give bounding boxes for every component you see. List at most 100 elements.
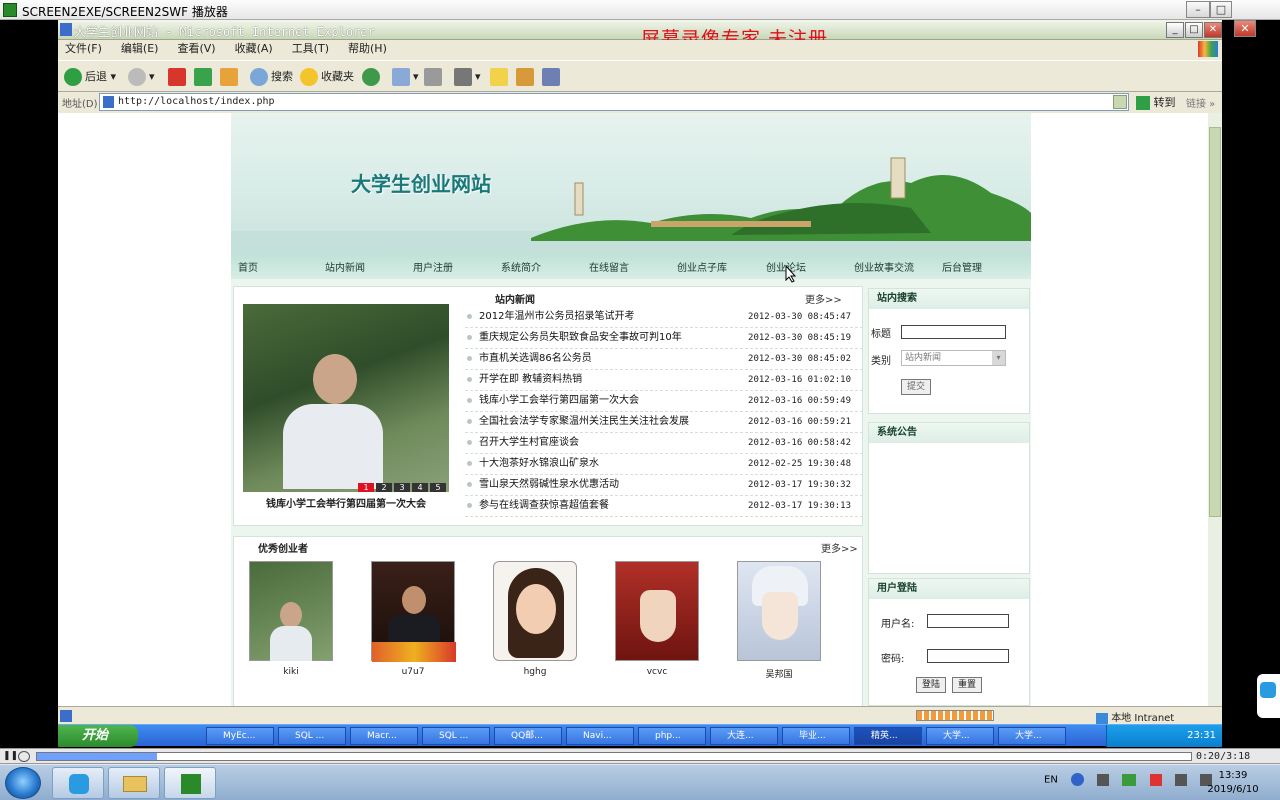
entrepreneur-card[interactable]: hghg <box>493 561 577 677</box>
inner-task-button[interactable]: QQ邮... <box>494 727 562 745</box>
news-item[interactable]: 重庆规定公务员失职致食品安全事故可判10年 2012-03-30 08:45:19 <box>465 328 863 349</box>
taskbar-app-chat[interactable] <box>52 767 104 799</box>
entrepreneur-card[interactable]: kiki <box>249 561 333 677</box>
messenger-button[interactable] <box>542 66 563 88</box>
antivirus-icon[interactable] <box>1149 773 1162 786</box>
menu-file[interactable]: 文件(F) <box>65 40 102 58</box>
inner-task-button[interactable]: Macr... <box>350 727 418 745</box>
address-input[interactable]: http://localhost/index.php <box>99 93 1129 111</box>
inner-task-button[interactable]: SQL ... <box>422 727 490 745</box>
go-button[interactable]: 转到 <box>1136 94 1176 110</box>
inner-task-button[interactable]: 毕业... <box>782 727 850 745</box>
nav-news[interactable]: 站内新闻 <box>325 259 365 274</box>
favorites-button[interactable]: 收藏夹 <box>300 66 354 88</box>
stop-button[interactable] <box>168 66 189 88</box>
news-item[interactable]: 市直机关选调86名公务员 2012-03-30 08:45:02 <box>465 349 863 370</box>
search-submit-button[interactable]: 提交 <box>901 379 931 395</box>
player-minimize-button[interactable]: – <box>1186 1 1210 18</box>
news-item[interactable]: 钱库小学工会举行第四届第一次大会 2012-03-16 00:59:49 <box>465 391 863 412</box>
news-item[interactable]: 参与在线调查获惊喜超值套餐 2012-03-17 19:30:13 <box>465 496 863 517</box>
entrepreneur-card[interactable]: u7u7 <box>371 561 456 677</box>
taskbar-app-explorer[interactable] <box>108 767 160 799</box>
nav-ideas[interactable]: 创业点子库 <box>677 259 727 274</box>
address-dropdown-button[interactable] <box>1113 95 1127 109</box>
inner-task-button[interactable]: Navi... <box>566 727 634 745</box>
inner-task-button[interactable]: 大学... <box>926 727 994 745</box>
entrepreneur-card[interactable]: vcvc <box>615 561 699 677</box>
edit-button[interactable]: ▾ <box>454 66 481 88</box>
news-item[interactable]: 全国社会法学专家聚温州关注民生关注社会发展 2012-03-16 00:59:21 <box>465 412 863 433</box>
photo-caption[interactable]: 钱库小学工会举行第四届第一次大会 <box>243 495 449 510</box>
win7-clock[interactable]: 13:39 2019/6/10 <box>1188 769 1278 797</box>
network-icon[interactable] <box>1122 773 1137 786</box>
mail-button[interactable]: ▾ <box>392 66 419 88</box>
news-item[interactable]: 召开大学生村官座谈会 2012-03-16 00:58:42 <box>465 433 863 454</box>
help-icon[interactable] <box>1071 773 1084 786</box>
nav-register[interactable]: 用户注册 <box>413 259 453 274</box>
username-input[interactable] <box>927 614 1009 628</box>
history-button[interactable] <box>362 66 383 88</box>
nav-admin[interactable]: 后台管理 <box>942 259 982 274</box>
language-indicator[interactable]: EN <box>1044 775 1058 786</box>
volume-icon[interactable] <box>1174 773 1187 786</box>
password-input[interactable] <box>927 649 1009 663</box>
menu-help[interactable]: 帮助(H) <box>348 40 387 58</box>
slide-1[interactable]: 1 <box>358 483 374 492</box>
search-type-select[interactable]: 站内新闻 ▾ <box>901 350 1006 366</box>
news-item[interactable]: 十大泡茶好水锦浪山矿泉水 2012-02-25 19:30:48 <box>465 454 863 475</box>
slide-5[interactable]: 5 <box>430 483 446 492</box>
stop-playback-button[interactable] <box>18 751 30 762</box>
go-arrow-icon <box>1136 96 1150 110</box>
search-button[interactable]: 搜索 <box>250 66 293 88</box>
menu-view[interactable]: 查看(V) <box>177 40 215 58</box>
home-button[interactable] <box>220 66 241 88</box>
ie-close-button[interactable]: ✕ <box>1204 22 1222 38</box>
nav-about[interactable]: 系统简介 <box>501 259 541 274</box>
forward-button[interactable]: ▾ <box>128 66 155 88</box>
player-maximize-button[interactable]: □ <box>1210 1 1232 18</box>
tray-arrow-icon[interactable] <box>1097 773 1110 786</box>
nav-guestbook[interactable]: 在线留言 <box>589 259 629 274</box>
news-item[interactable]: 2012年温州市公务员招录笔试开考 2012-03-30 08:45:47 <box>465 307 863 328</box>
refresh-button[interactable] <box>194 66 215 88</box>
news-item[interactable]: 开学在即 教辅资料热销 2012-03-16 01:02:10 <box>465 370 863 391</box>
back-button[interactable]: 后退 ▾ <box>64 66 116 88</box>
inner-start-button[interactable]: 开始 <box>58 725 138 747</box>
news-more-link[interactable]: 更多>> <box>805 291 842 306</box>
pause-button[interactable]: ❚❚ <box>3 751 18 762</box>
inner-task-button[interactable]: 精英... <box>854 727 922 745</box>
search-title-input[interactable] <box>901 325 1006 339</box>
taskbar-app-player[interactable] <box>164 767 216 799</box>
inner-clock: 23:31 <box>1187 730 1216 741</box>
playback-track[interactable] <box>36 752 1192 761</box>
links-button[interactable]: 链接 » <box>1186 95 1215 110</box>
windows-start-orb[interactable] <box>5 767 41 799</box>
nav-stories[interactable]: 创业故事交流 <box>854 259 914 274</box>
ie-maximize-button[interactable]: □ <box>1185 22 1203 38</box>
ie-minimize-button[interactable]: _ <box>1166 22 1184 38</box>
entrepreneurs-more-link[interactable]: 更多>> <box>821 540 858 555</box>
inner-task-button[interactable]: php... <box>638 727 706 745</box>
player-close-button[interactable]: ✕ <box>1234 20 1256 37</box>
scrollbar-thumb[interactable] <box>1209 127 1221 517</box>
print-button[interactable] <box>424 66 445 88</box>
menu-tools[interactable]: 工具(T) <box>292 40 329 58</box>
side-chat-widget[interactable] <box>1257 674 1280 718</box>
inner-task-button[interactable]: 大学... <box>998 727 1066 745</box>
research-button[interactable] <box>516 66 537 88</box>
slide-2[interactable]: 2 <box>376 483 392 492</box>
slide-4[interactable]: 4 <box>412 483 428 492</box>
inner-task-button[interactable]: SQL ... <box>278 727 346 745</box>
slide-3[interactable]: 3 <box>394 483 410 492</box>
entrepreneur-card[interactable]: 吴邦国 <box>737 561 821 680</box>
discuss-button[interactable] <box>490 66 511 88</box>
login-button[interactable]: 登陆 <box>916 677 946 693</box>
inner-task-button[interactable]: 大连... <box>710 727 778 745</box>
inner-task-button[interactable]: MyEc... <box>206 727 274 745</box>
menu-favorites[interactable]: 收藏(A) <box>235 40 273 58</box>
menu-edit[interactable]: 编辑(E) <box>121 40 159 58</box>
news-slideshow-photo[interactable] <box>243 304 449 492</box>
nav-home[interactable]: 首页 <box>238 259 258 274</box>
reset-button[interactable]: 重置 <box>952 677 982 693</box>
news-item[interactable]: 雪山泉天然弱碱性泉水优惠活动 2012-03-17 19:30:32 <box>465 475 863 496</box>
